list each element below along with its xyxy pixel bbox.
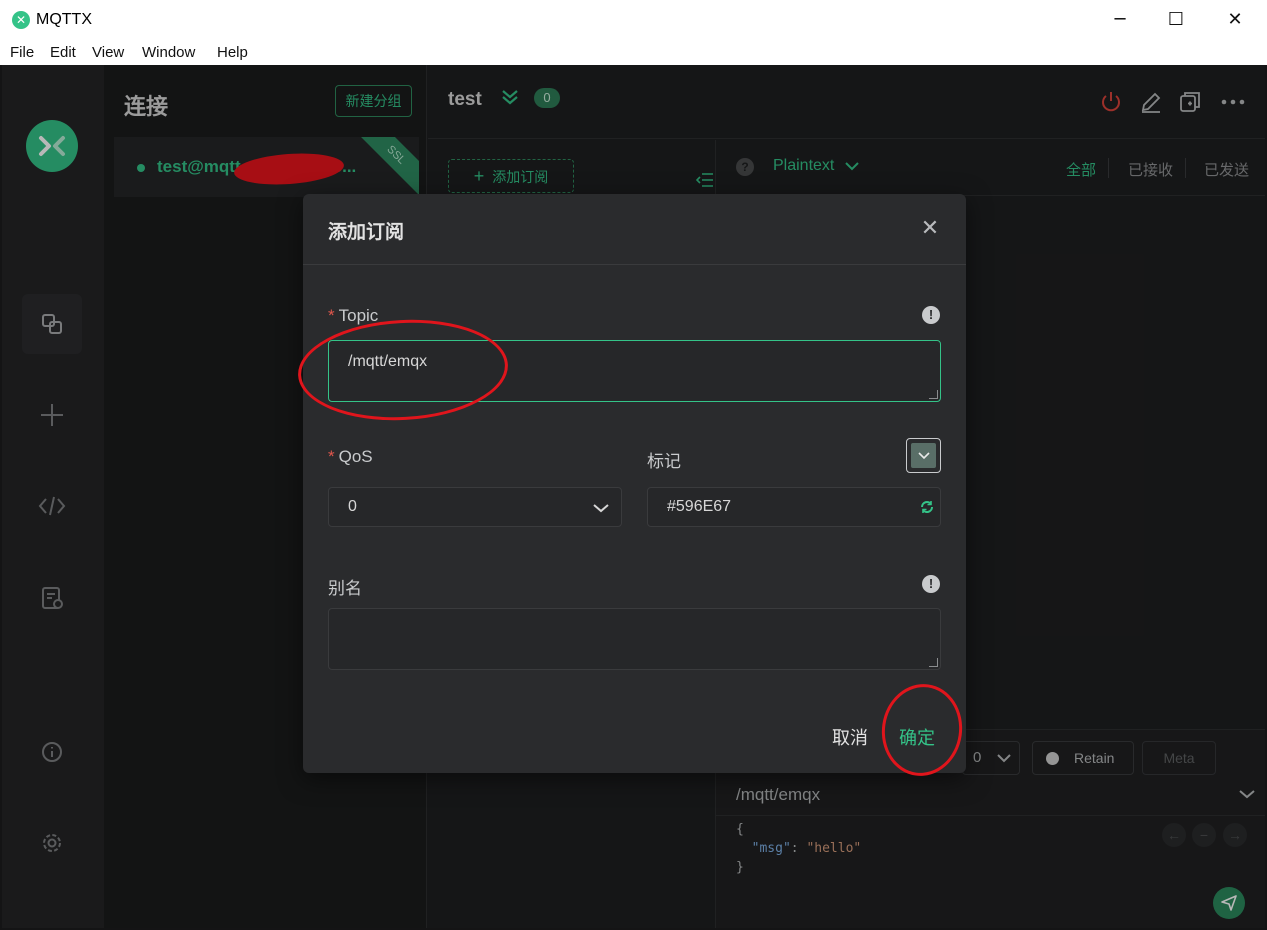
confirm-button[interactable]: 确定: [899, 724, 935, 750]
app-logo-icon: ✕: [12, 11, 30, 29]
window-title: MQTTX: [36, 11, 92, 28]
color-label: 标记: [647, 452, 681, 471]
cancel-button[interactable]: 取消: [832, 724, 868, 750]
maximize-button[interactable]: ☐: [1153, 6, 1199, 34]
alias-input[interactable]: [328, 608, 941, 670]
menu-edit[interactable]: Edit: [50, 44, 76, 61]
qos-label: * QoS: [328, 447, 373, 466]
menu-file[interactable]: File: [10, 44, 34, 61]
menu-bar: File Edit View Window Help: [0, 40, 1267, 65]
menu-help[interactable]: Help: [217, 44, 248, 61]
minimize-button[interactable]: ─: [1097, 6, 1143, 34]
menu-window[interactable]: Window: [142, 44, 195, 61]
title-bar: ✕ MQTTX ─ ☐ ✕: [0, 0, 1267, 40]
color-picker-button[interactable]: [906, 438, 941, 473]
alias-label: 别名: [328, 579, 362, 598]
close-icon[interactable]: ✕: [918, 216, 942, 240]
topic-info-icon[interactable]: !: [922, 306, 940, 324]
close-window-button[interactable]: ✕: [1212, 6, 1258, 34]
topic-label: * Topic: [328, 306, 379, 325]
color-input[interactable]: #596E67: [647, 487, 941, 527]
qos-select[interactable]: 0: [328, 487, 622, 527]
dialog-title: 添加订阅: [328, 222, 405, 243]
add-subscription-dialog: 添加订阅 ✕ * Topic ! /mqtt/emqx * QoS 0 标记 #59…: [303, 194, 966, 773]
menu-view[interactable]: View: [92, 44, 124, 61]
topic-input[interactable]: /mqtt/emqx: [328, 340, 941, 402]
alias-info-icon[interactable]: !: [922, 575, 940, 593]
refresh-icon[interactable]: [920, 500, 934, 519]
